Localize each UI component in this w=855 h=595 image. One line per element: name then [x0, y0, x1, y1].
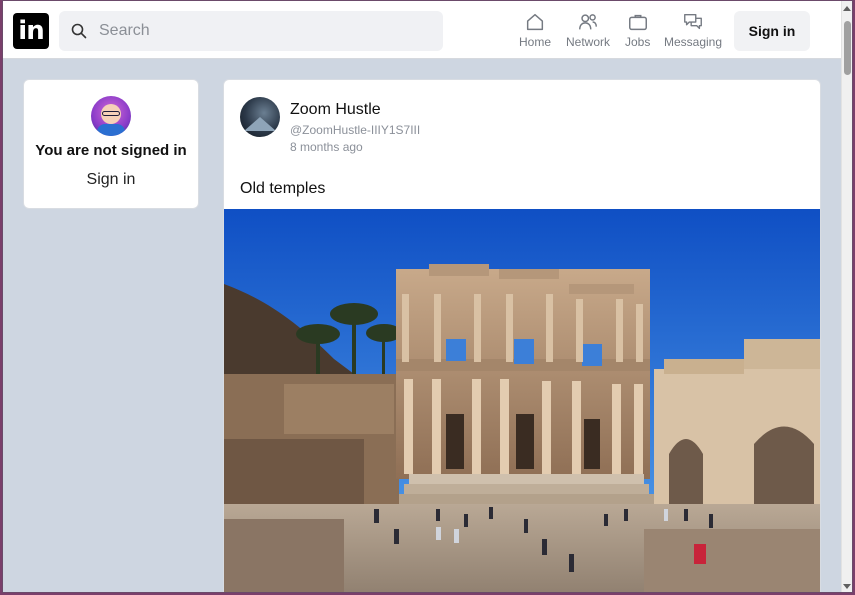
scroll-down-arrow[interactable]: [843, 584, 851, 589]
profile-card: You are not signed in Sign in: [23, 79, 199, 209]
nav-network-label: Network: [566, 35, 611, 49]
not-signed-in-text: You are not signed in: [35, 142, 187, 159]
post-timestamp: 8 months ago: [290, 140, 363, 154]
scroll-up-arrow[interactable]: [843, 6, 851, 11]
vertical-scrollbar[interactable]: [841, 1, 852, 592]
nav-home-label: Home: [519, 35, 552, 49]
nav-home[interactable]: Home: [519, 11, 551, 53]
home-icon: [526, 13, 544, 31]
post-image[interactable]: [224, 209, 820, 592]
nav-messaging-label: Messaging: [664, 35, 723, 49]
search-bar[interactable]: [59, 11, 443, 51]
author-name[interactable]: Zoom Hustle: [290, 101, 381, 119]
browser-window: in Home Network Jobs Messaging Sign in: [2, 0, 853, 593]
card-sign-in-link[interactable]: Sign in: [87, 171, 136, 189]
nav-jobs-label: Jobs: [625, 35, 651, 49]
search-icon: [59, 23, 99, 39]
scrollbar-thumb[interactable]: [844, 21, 851, 75]
linkedin-logo[interactable]: in: [13, 13, 49, 49]
search-input[interactable]: [99, 22, 429, 40]
messaging-icon: [684, 13, 702, 30]
post-text: Old temples: [240, 180, 326, 197]
header-sign-in-button[interactable]: Sign in: [734, 11, 810, 51]
top-navigation-bar: in Home Network Jobs Messaging Sign in: [3, 1, 843, 59]
author-avatar[interactable]: [240, 97, 280, 137]
nav-network[interactable]: Network: [566, 11, 610, 53]
feed-post: Zoom Hustle @ZoomHustle-IIIY1S7III 8 mon…: [223, 79, 821, 592]
avatar: [91, 96, 131, 136]
nav-messaging[interactable]: Messaging: [664, 11, 722, 53]
author-handle: @ZoomHustle-IIIY1S7III: [290, 123, 421, 137]
network-icon: [579, 14, 597, 30]
briefcase-icon: [628, 14, 647, 31]
nav-jobs[interactable]: Jobs: [625, 11, 650, 53]
